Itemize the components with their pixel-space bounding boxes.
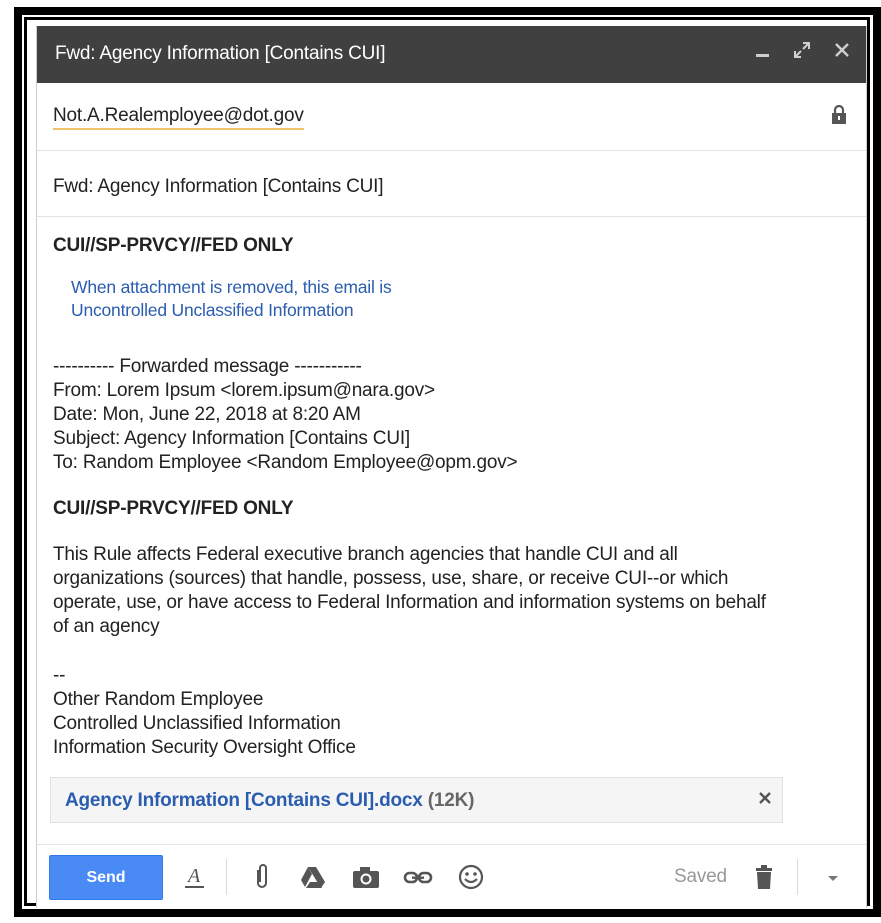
google-drive-icon[interactable]: [298, 862, 328, 892]
expand-icon[interactable]: [789, 40, 815, 66]
signature-name: Other Random Employee: [53, 689, 264, 710]
signature-line-2: Controlled Unclassified Information: [53, 713, 341, 734]
link-icon[interactable]: [402, 862, 433, 892]
title-bar: Fwd: Agency Information [Contains CUI]: [37, 26, 866, 83]
lock-icon: [830, 104, 848, 130]
toolbar-divider: [797, 859, 798, 895]
attachment-filename[interactable]: Agency Information [Contains CUI].docx: [65, 790, 423, 811]
paragraph-line-4: of an agency: [53, 616, 160, 637]
close-icon[interactable]: [829, 40, 855, 66]
attachment-chip[interactable]: Agency Information [Contains CUI].docx (…: [50, 777, 783, 823]
window-title: Fwd: Agency Information [Contains CUI]: [55, 43, 386, 64]
svg-text:A: A: [186, 865, 201, 887]
compose-window: Fwd: Agency Information [Contains CUI] N…: [36, 26, 867, 908]
paragraph-line-1: This Rule affects Federal executive bran…: [53, 544, 678, 565]
message-body[interactable]: CUI//SP-PRVCY//FED ONLY When attachment …: [53, 234, 853, 760]
paragraph-line-2: organizations (sources) that handle, pos…: [53, 568, 729, 589]
signature-dashes: --: [53, 665, 66, 686]
cui-banner-top: CUI//SP-PRVCY//FED ONLY: [53, 235, 294, 256]
date-line: Date: Mon, June 22, 2018 at 8:20 AM: [53, 404, 361, 425]
subject-line: Subject: Agency Information [Contains CU…: [53, 428, 411, 449]
recipient-chip[interactable]: Not.A.Realemployee@dot.gov: [53, 105, 304, 130]
to-line: To: Random Employee <Random Employee@opm…: [53, 452, 518, 473]
note-line-2: Uncontrolled Unclassified Information: [71, 300, 354, 320]
format-text-icon[interactable]: A: [180, 862, 210, 892]
compose-toolbar: Send A Saved: [37, 844, 866, 908]
more-options-icon[interactable]: [818, 862, 848, 892]
subject-field[interactable]: Fwd: Agency Information [Contains CUI]: [53, 176, 384, 198]
trash-icon[interactable]: [750, 862, 780, 892]
to-row: Not.A.Realemployee@dot.gov: [37, 83, 866, 151]
from-line: From: Lorem Ipsum <lorem.ipsum@nara.gov>: [53, 380, 435, 401]
attachment-name[interactable]: Agency Information [Contains CUI].docx (…: [65, 790, 474, 812]
emoji-icon[interactable]: [456, 862, 486, 892]
signature-line-3: Information Security Oversight Office: [53, 737, 356, 758]
minimize-icon[interactable]: [750, 40, 776, 66]
saved-status: Saved: [674, 866, 727, 887]
attachment-size: (12K): [427, 790, 475, 811]
attach-file-icon[interactable]: [247, 862, 277, 892]
toolbar-divider: [226, 859, 227, 895]
camera-icon[interactable]: [350, 862, 380, 892]
remove-attachment-icon[interactable]: [758, 789, 772, 810]
note-line-1: When attachment is removed, this email i…: [71, 277, 392, 297]
send-button[interactable]: Send: [49, 855, 163, 900]
forward-header: ---------- Forwarded message -----------: [53, 356, 362, 377]
subject-row[interactable]: Fwd: Agency Information [Contains CUI]: [37, 151, 866, 217]
cui-banner-middle: CUI//SP-PRVCY//FED ONLY: [53, 498, 294, 519]
paragraph-line-3: operate, use, or have access to Federal …: [53, 592, 766, 613]
